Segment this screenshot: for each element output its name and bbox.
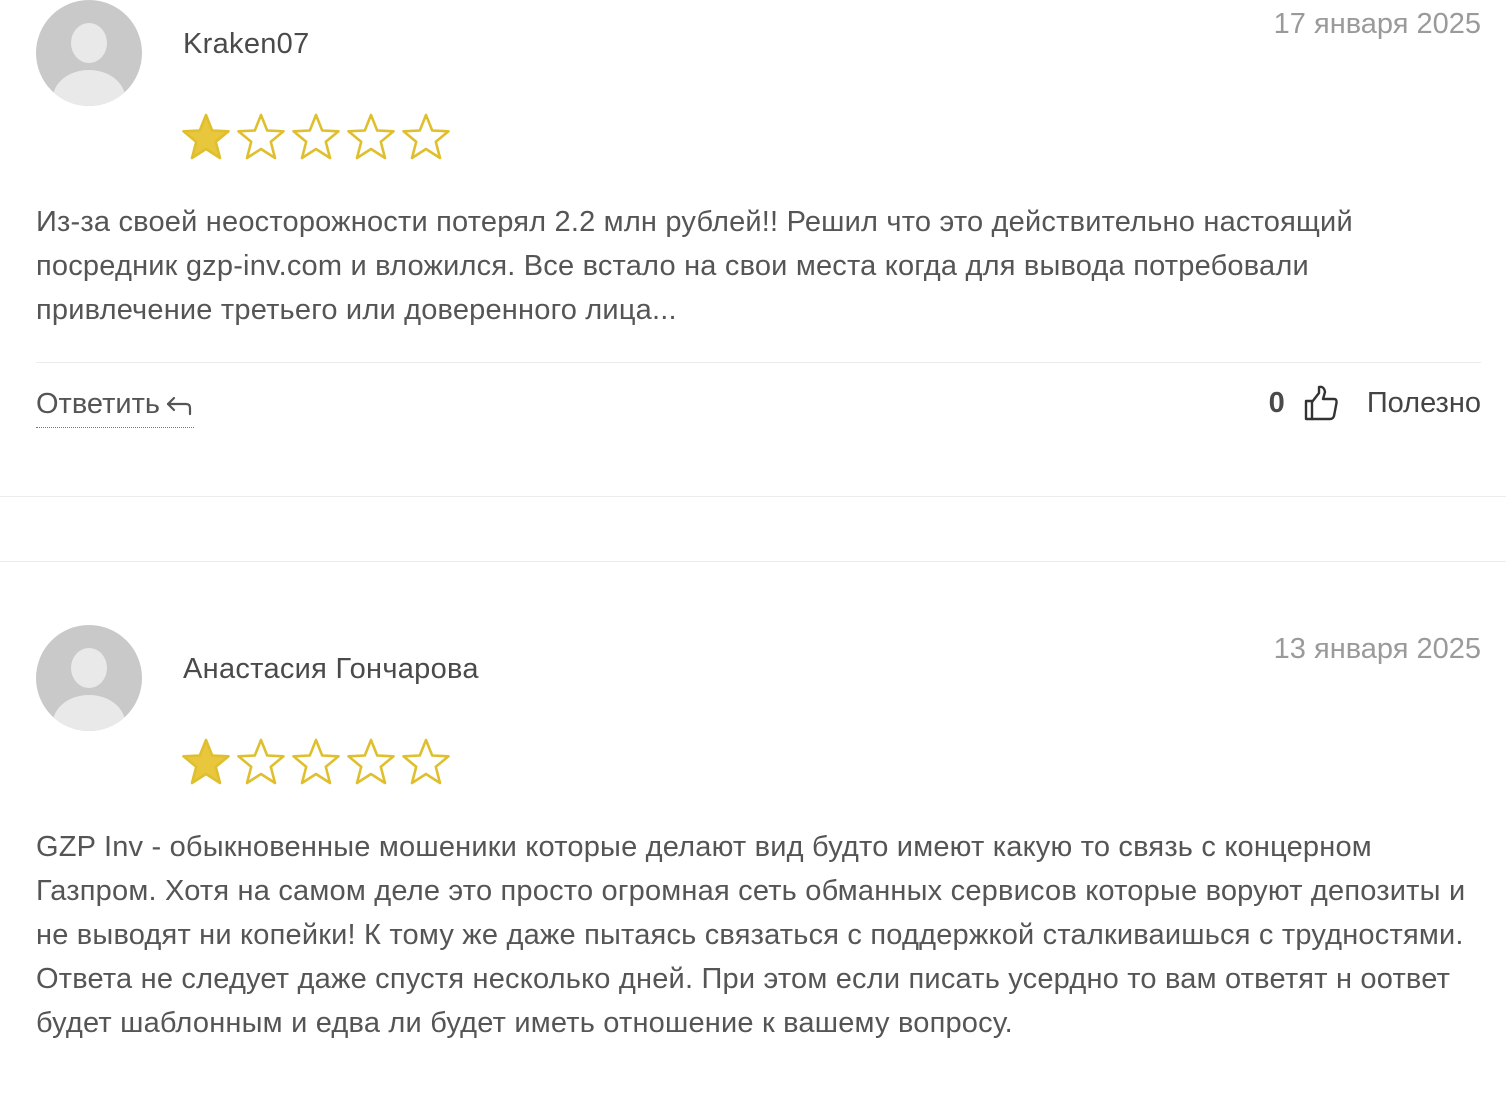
helpful-count: 0 xyxy=(1268,386,1285,419)
star-empty-icon xyxy=(292,113,340,160)
review-author: Анастасия Гончарова xyxy=(183,653,479,685)
user-avatar-icon xyxy=(36,0,142,106)
star-filled-icon xyxy=(182,738,230,785)
star-empty-icon xyxy=(402,113,450,160)
star-empty-icon xyxy=(347,738,395,785)
review-text: GZP Inv - обыкновенные мошеники которые … xyxy=(36,831,1466,1039)
star-rating xyxy=(181,737,451,787)
helpful-button[interactable]: Полезно xyxy=(1367,387,1481,420)
user-avatar-icon xyxy=(36,625,142,731)
reply-button[interactable]: Ответить xyxy=(36,388,194,428)
star-empty-icon xyxy=(402,738,450,785)
review-author: Kraken07 xyxy=(183,28,310,60)
section-divider xyxy=(0,561,1506,562)
star-rating xyxy=(181,112,451,162)
star-empty-icon xyxy=(237,738,285,785)
helpful-group: 0 Полезно xyxy=(1269,384,1481,422)
star-empty-icon xyxy=(292,738,340,785)
star-empty-icon xyxy=(237,113,285,160)
review-date: 13 января 2025 xyxy=(1273,633,1481,665)
reply-arrow-icon xyxy=(166,396,192,415)
reply-label: Ответить xyxy=(36,388,160,420)
section-divider xyxy=(0,496,1506,497)
star-filled-icon xyxy=(182,113,230,160)
review-text: Из-за своей неосторожности потерял 2.2 м… xyxy=(36,206,1353,326)
divider xyxy=(36,362,1481,363)
star-empty-icon xyxy=(347,113,395,160)
thumbs-up-icon[interactable] xyxy=(1303,384,1339,422)
review-date: 17 января 2025 xyxy=(1273,8,1481,40)
